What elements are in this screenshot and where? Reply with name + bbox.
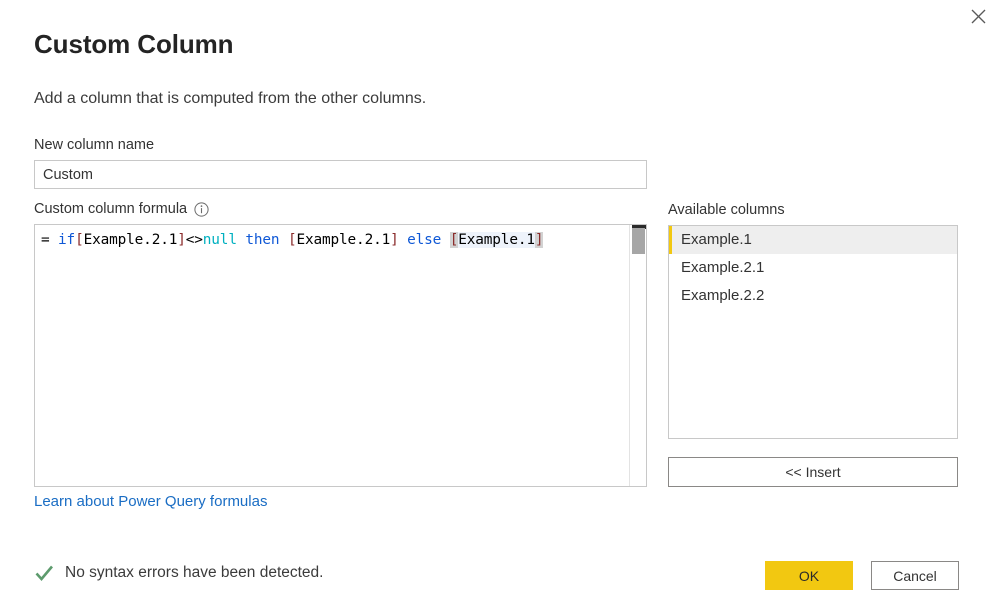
formula-token: [399, 232, 408, 248]
cancel-button[interactable]: Cancel: [871, 561, 959, 590]
available-column-item[interactable]: Example.2.2: [669, 282, 957, 310]
new-column-name-label: New column name: [34, 137, 155, 153]
formula-token: then: [245, 232, 280, 248]
ok-button[interactable]: OK: [765, 561, 853, 590]
custom-column-formula-editor[interactable]: = if[Example.2.1]<>null then [Example.2.…: [34, 224, 647, 487]
new-column-name-input[interactable]: [34, 160, 647, 189]
custom-column-dialog: { "dialog": { "title": "Custom Column", …: [0, 0, 999, 613]
available-columns-label: Available columns: [668, 202, 785, 218]
formula-vertical-scrollbar[interactable]: [629, 225, 646, 486]
formula-token: Example.2.1: [83, 232, 178, 248]
learn-power-query-formulas-link[interactable]: Learn about Power Query formulas: [34, 492, 267, 511]
formula-token: Example.2.1: [296, 232, 391, 248]
available-column-label: Example.1: [681, 231, 752, 248]
available-column-item[interactable]: Example.1: [669, 226, 957, 254]
formula-text[interactable]: = if[Example.2.1]<>null then [Example.2.…: [41, 230, 544, 251]
available-column-item[interactable]: Example.2.1: [669, 254, 957, 282]
custom-column-formula-label: Custom column formula: [34, 201, 188, 217]
formula-token: [: [75, 232, 84, 248]
available-column-label: Example.2.1: [681, 259, 765, 276]
insert-button[interactable]: << Insert: [668, 457, 958, 487]
formula-token: if: [58, 232, 76, 248]
formula-token: [441, 232, 450, 248]
info-circle-icon[interactable]: [194, 201, 209, 217]
formula-token: null: [202, 232, 237, 248]
formula-token: ]: [534, 232, 544, 248]
formula-token: Example.1: [458, 232, 535, 248]
formula-token: [: [449, 232, 459, 248]
scrollbar-thumb[interactable]: [632, 228, 645, 254]
formula-token: ]: [390, 232, 399, 248]
syntax-status: No syntax errors have been detected.: [34, 563, 323, 583]
available-column-label: Example.2.2: [681, 287, 765, 304]
formula-token: <>: [185, 232, 203, 248]
checkmark-icon: [34, 563, 54, 583]
close-icon: [971, 9, 986, 24]
available-columns-list[interactable]: Example.1 Example.2.1 Example.2.2: [668, 225, 958, 439]
dialog-description: Add a column that is computed from the o…: [34, 90, 427, 107]
custom-column-formula-label-row: Custom column formula: [34, 200, 209, 218]
formula-token: ]: [177, 232, 186, 248]
formula-token: else: [407, 232, 442, 248]
formula-token: =: [41, 232, 59, 248]
close-dialog-button[interactable]: [957, 0, 999, 32]
formula-token: [279, 232, 288, 248]
syntax-status-text: No syntax errors have been detected.: [65, 564, 324, 581]
page-title: Custom Column: [34, 29, 234, 59]
